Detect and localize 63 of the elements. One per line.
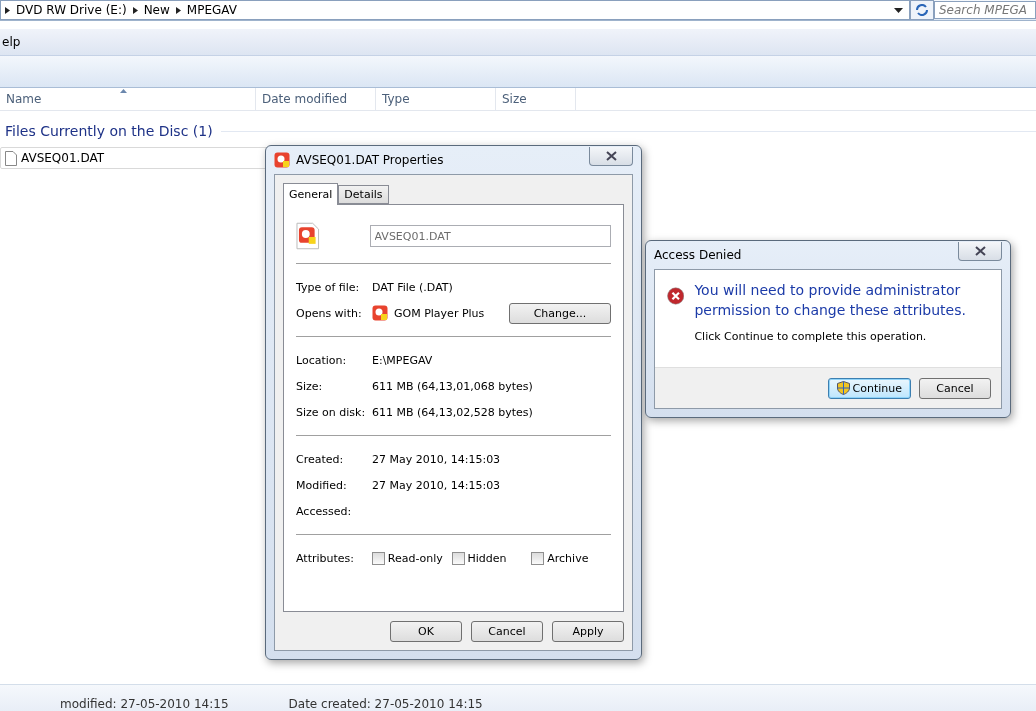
property-label: Modified: xyxy=(296,478,348,492)
property-value: DAT File (.DAT) xyxy=(372,280,453,294)
breadcrumb-item[interactable]: New xyxy=(132,3,170,17)
arrow-icon xyxy=(175,6,181,14)
window-title: Access Denied xyxy=(654,248,743,262)
filename-field[interactable]: AVSEQ01.DAT xyxy=(369,225,611,247)
close-icon xyxy=(974,245,986,256)
property-value: GOM Player Plus xyxy=(394,306,485,320)
refresh-icon xyxy=(915,4,929,16)
close-button[interactable] xyxy=(958,241,1002,261)
details-text: Date created: 27-05-2010 14:15 xyxy=(288,697,483,711)
arrow-icon xyxy=(5,6,10,14)
attribute-checkbox[interactable]: Archive xyxy=(531,551,611,565)
property-label: Accessed: xyxy=(296,504,353,518)
close-button[interactable] xyxy=(589,146,633,166)
dialog-button[interactable]: OK xyxy=(390,620,462,642)
file-icon xyxy=(296,222,320,250)
property-value: E:\MPEGAV xyxy=(372,353,433,367)
breadcrumb-item[interactable]: DVD RW Drive (E:) xyxy=(5,3,127,17)
breadcrumb-item[interactable]: MPEGAV xyxy=(175,3,237,17)
dropdown-icon[interactable] xyxy=(894,7,903,13)
property-label: Size on disk: xyxy=(296,405,367,419)
property-label: Size: xyxy=(296,379,324,393)
address-bar[interactable]: DVD RW Drive (E:) New MPEGAV xyxy=(0,0,910,20)
refresh-button[interactable] xyxy=(910,0,934,20)
column-header[interactable]: Size xyxy=(496,88,576,110)
dialog-button[interactable]: Cancel xyxy=(919,377,991,399)
property-value: 611 MB (64,13,01,068 bytes) xyxy=(372,379,533,393)
checkbox[interactable] xyxy=(451,551,465,565)
column-header[interactable]: Date modified xyxy=(256,88,376,110)
checkbox[interactable] xyxy=(371,551,385,565)
group-header[interactable]: Files Currently on the Disc (1) xyxy=(5,123,213,139)
attribute-checkbox[interactable]: Hidden xyxy=(451,551,532,565)
dialog-heading: You will need to provide administrator permission to change these attributes. xyxy=(694,281,967,320)
property-value: 27 May 2010, 14:15:03 xyxy=(372,478,501,492)
menu-item[interactable]: elp xyxy=(0,35,23,49)
file-icon xyxy=(5,150,17,166)
property-label: Attributes: xyxy=(296,551,355,565)
app-icon xyxy=(274,152,290,168)
property-value: 27 May 2010, 14:15:03 xyxy=(372,452,501,466)
checkbox[interactable] xyxy=(531,551,545,565)
search-field[interactable]: Search MPEGA xyxy=(934,1,1036,19)
dialog-button[interactable]: Continue xyxy=(827,377,911,399)
dialog-button[interactable]: Apply xyxy=(552,620,624,642)
details-text: modified: 27-05-2010 14:15 xyxy=(60,697,229,711)
window-title: AVSEQ01.DAT Properties xyxy=(296,153,445,167)
app-icon xyxy=(372,305,388,321)
attribute-checkbox[interactable]: Read-only xyxy=(371,551,452,565)
property-label: Type of file: xyxy=(296,280,361,294)
property-label: Opens with: xyxy=(296,306,363,320)
arrow-icon xyxy=(132,6,138,14)
column-header[interactable]: Type xyxy=(376,88,496,110)
dialog-message: Click Continue to complete this operation. xyxy=(694,330,928,343)
shield-icon xyxy=(836,381,850,395)
column-header[interactable]: Name xyxy=(0,88,256,110)
property-label: Created: xyxy=(296,452,345,466)
property-label: Location: xyxy=(296,353,348,367)
dialog-button[interactable]: Cancel xyxy=(471,620,543,642)
tab[interactable]: Details xyxy=(338,185,389,204)
close-icon xyxy=(605,150,617,161)
property-value: 611 MB (64,13,02,528 bytes) xyxy=(372,405,533,419)
change-button[interactable]: Change... xyxy=(509,302,611,324)
tab[interactable]: General xyxy=(283,183,339,205)
